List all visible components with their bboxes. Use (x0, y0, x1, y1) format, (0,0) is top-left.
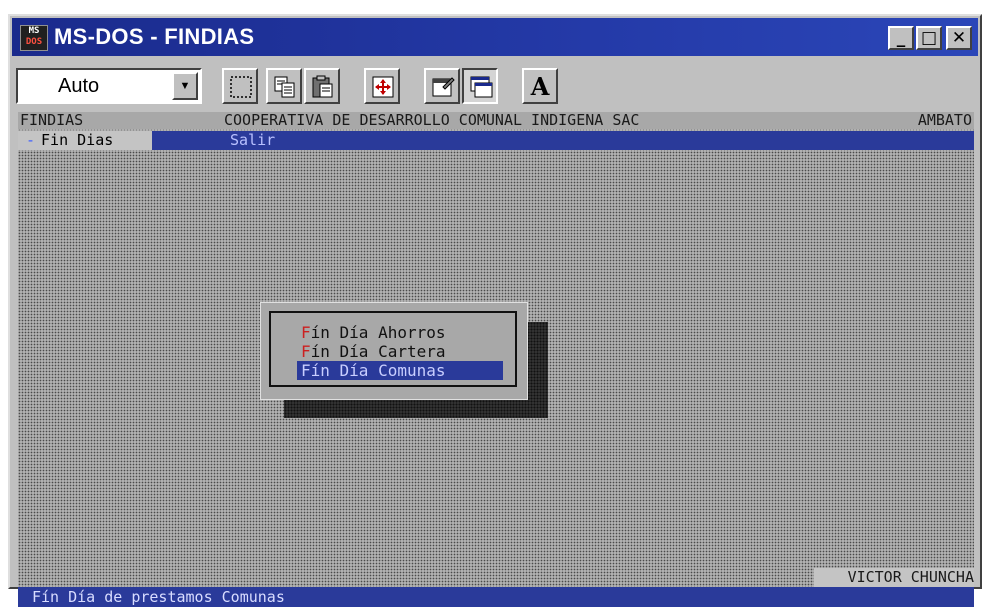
properties-button[interactable] (424, 68, 460, 104)
minimize-icon: _ (896, 27, 906, 48)
submenu-popup: Fín Día Ahorros Fín Día Cartera Fín Día … (260, 302, 528, 400)
window-title: MS-DOS - FINDIAS (54, 24, 255, 49)
submenu-item-ahorros[interactable]: Fín Día Ahorros (297, 323, 503, 342)
organization-name: COOPERATIVA DE DESARROLLO COMUNAL INDIGE… (224, 111, 640, 129)
font-button[interactable]: A (522, 68, 558, 104)
hotkey-letter: F (301, 323, 311, 342)
mark-button[interactable] (222, 68, 258, 104)
submenu-item-label: ín Día Ahorros (310, 323, 446, 342)
paste-icon (312, 75, 333, 98)
msdos-app-icon[interactable]: MS DOS (20, 25, 48, 51)
toolbar: Auto ▼ A (12, 60, 978, 108)
mark-icon (230, 76, 252, 98)
fullscreen-button[interactable] (364, 68, 400, 104)
background-icon (470, 76, 493, 98)
dropdown-arrow-icon[interactable]: ▼ (172, 72, 198, 100)
submenu-item-comunas[interactable]: Fín Día Comunas (297, 361, 503, 380)
menu-item-fin-dias-label: Fin Dias (41, 131, 114, 149)
maximize-icon: □ (920, 27, 938, 48)
user-name: VICTOR CHUNCHA (814, 568, 974, 587)
close-button[interactable]: ✕ (946, 26, 972, 50)
font-icon: A (530, 72, 550, 101)
program-name: FINDIAS (20, 111, 84, 129)
submenu-frame: Fín Día Ahorros Fín Día Cartera Fín Día … (269, 311, 517, 387)
msdos-window: MS DOS MS-DOS - FINDIAS _ □ ✕ Auto ▼ A F… (8, 14, 982, 607)
menu-bar: - Fin Dias Salir (18, 131, 974, 150)
minimize-button[interactable]: _ (888, 26, 914, 50)
dos-console[interactable]: FINDIAS COOPERATIVA DE DESARROLLO COMUNA… (18, 112, 974, 607)
font-size-select[interactable]: Auto ▼ (16, 68, 202, 104)
menu-prefix: - (26, 131, 36, 149)
font-size-value: Auto (58, 75, 100, 97)
status-bar: Fín Día de prestamos Comunas (18, 587, 974, 607)
app-icon-top: MS (28, 26, 40, 36)
fullscreen-icon (372, 76, 394, 98)
copy-button[interactable] (266, 68, 302, 104)
menu-item-fin-dias[interactable]: - Fin Dias (18, 131, 152, 150)
app-icon-bottom: DOS (25, 37, 43, 47)
city-name: AMBATO (917, 111, 972, 129)
submenu-item-cartera[interactable]: Fín Día Cartera (297, 342, 503, 361)
submenu-item-label: ín Día Comunas (310, 361, 446, 380)
title-bar[interactable]: MS DOS MS-DOS - FINDIAS _ □ ✕ (12, 18, 978, 56)
close-icon: ✕ (951, 27, 967, 48)
hotkey-letter: F (301, 342, 311, 361)
properties-icon (432, 77, 455, 97)
menu-item-salir[interactable]: Salir (230, 131, 275, 150)
hotkey-letter: F (301, 361, 311, 380)
maximize-button[interactable]: □ (916, 26, 942, 50)
header-row: FINDIAS COOPERATIVA DE DESARROLLO COMUNA… (18, 112, 974, 129)
paste-button[interactable] (304, 68, 340, 104)
submenu-item-label: ín Día Cartera (310, 342, 446, 361)
background-button[interactable] (462, 68, 498, 104)
copy-icon (274, 76, 295, 98)
